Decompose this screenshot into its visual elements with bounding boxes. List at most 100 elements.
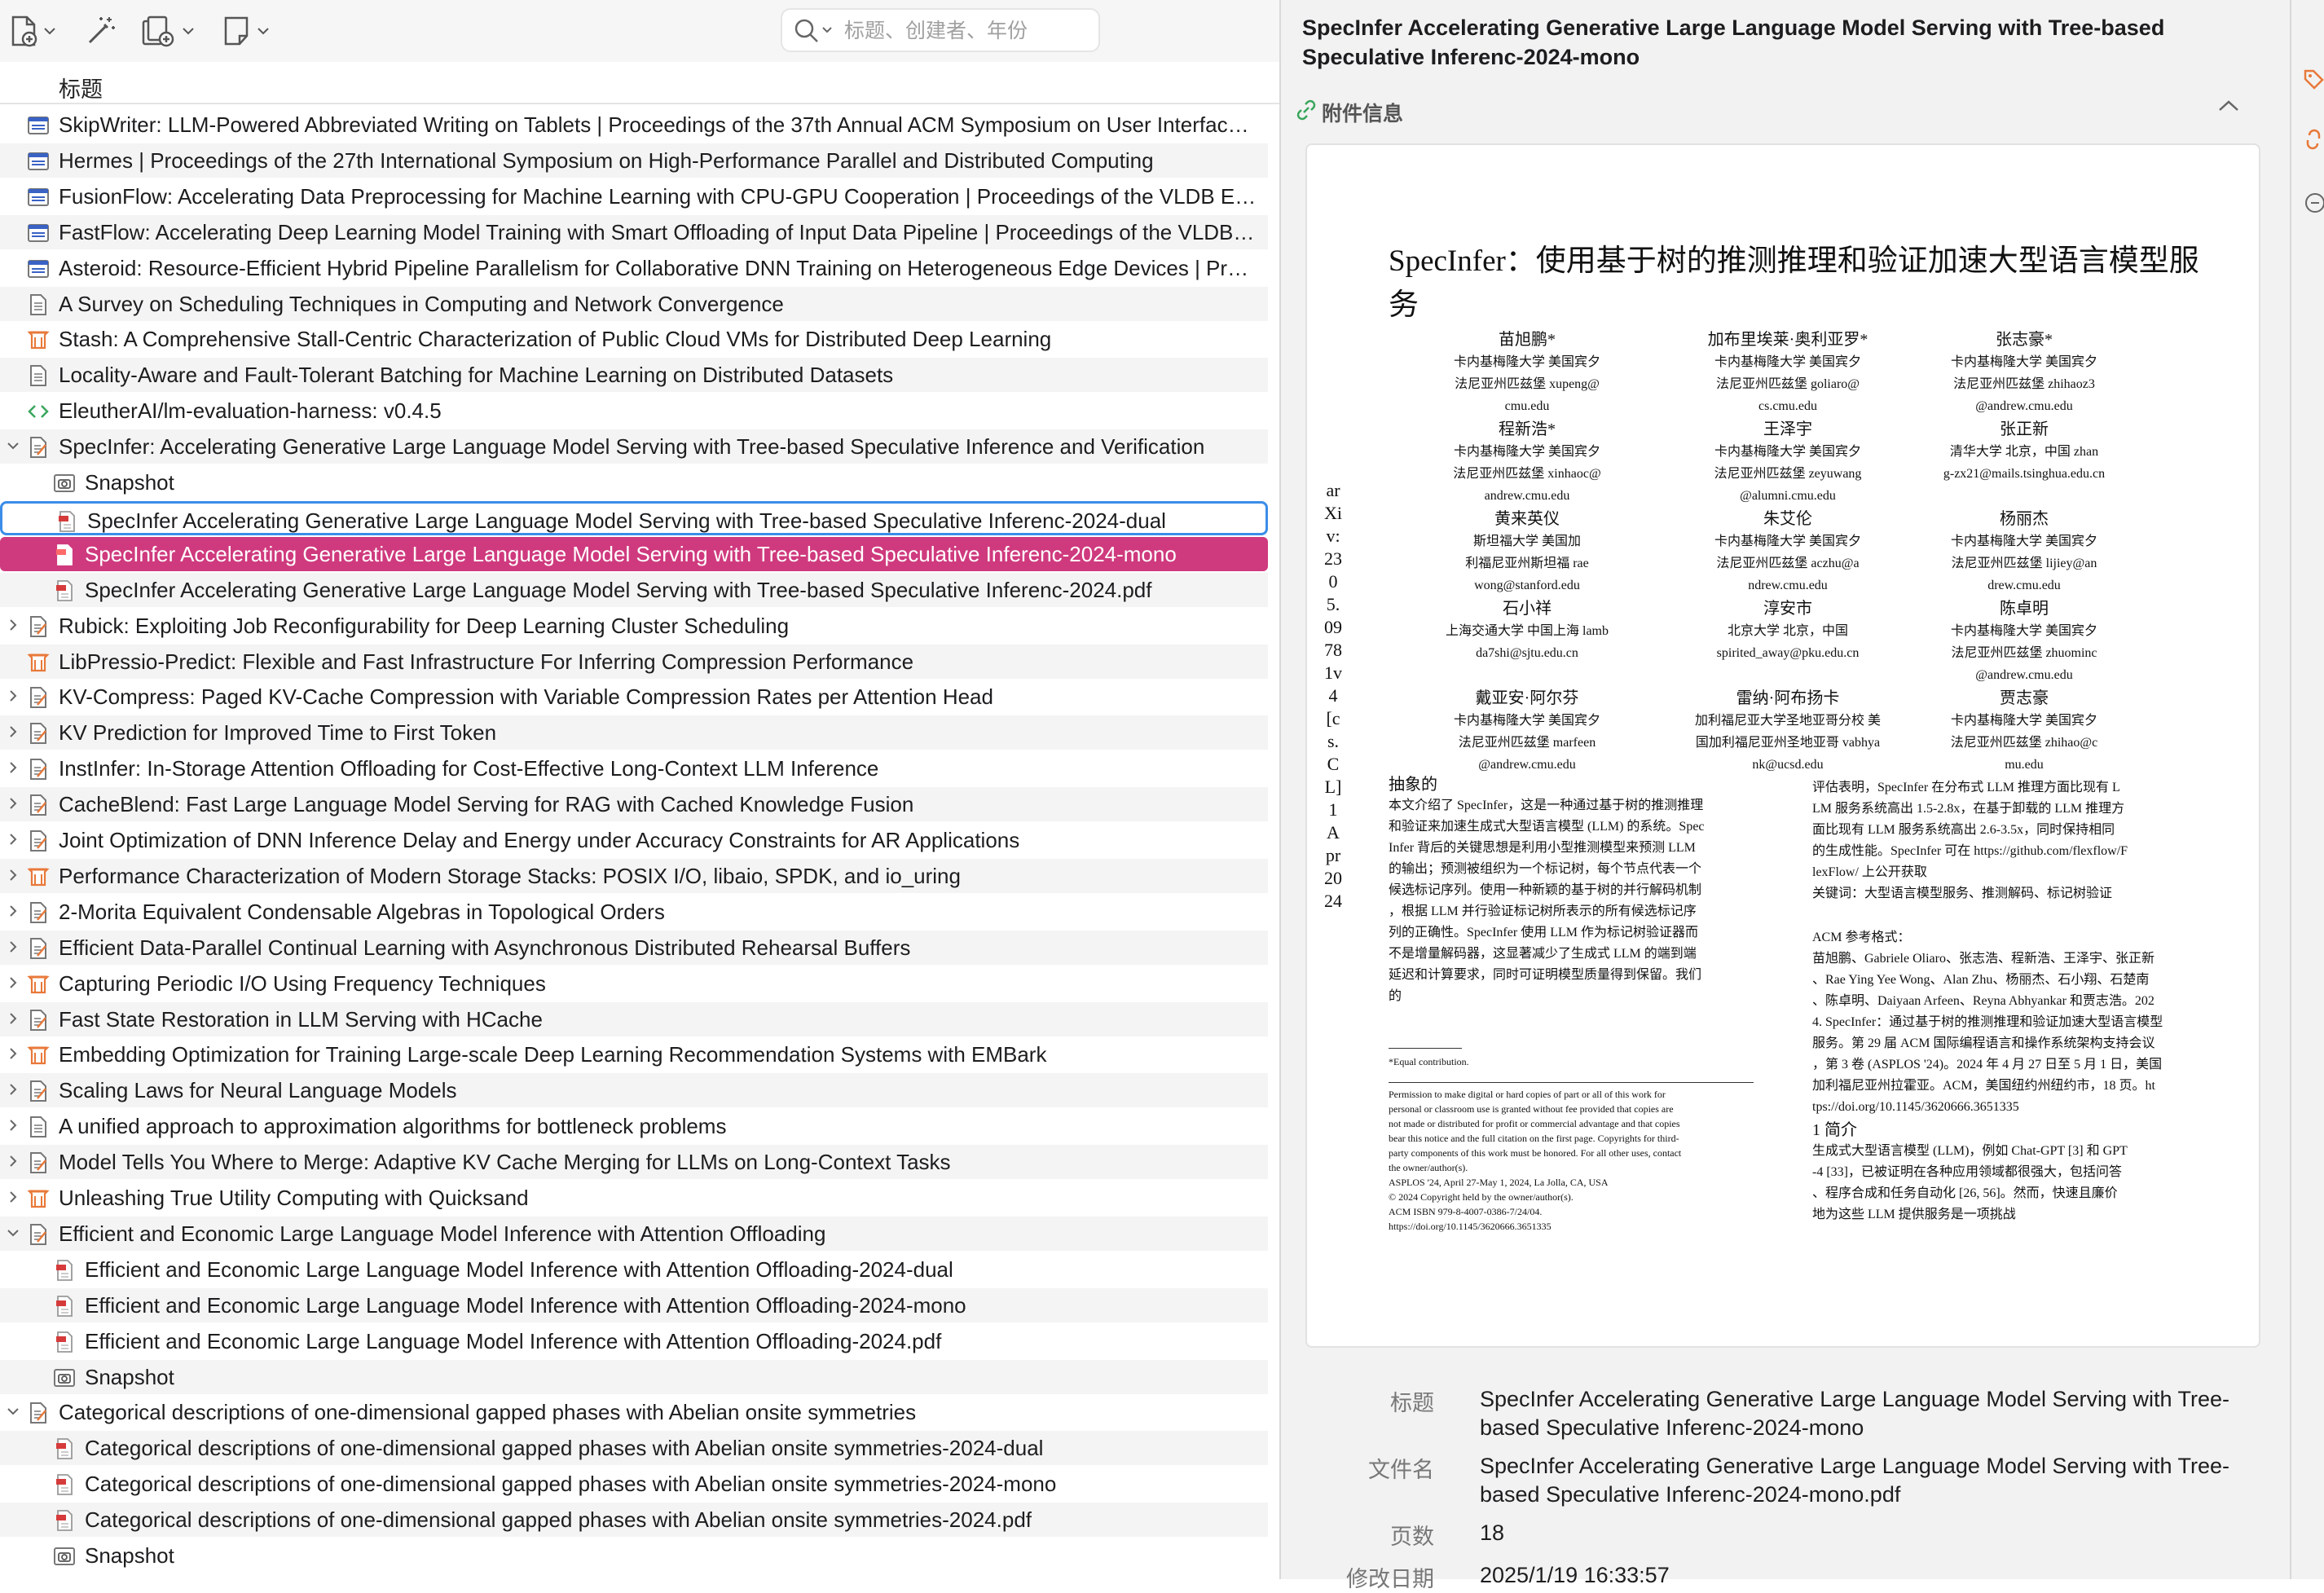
- attachment-row[interactable]: Efficient and Economic Large Language Mo…: [0, 1287, 1268, 1322]
- item-title: SpecInfer Accelerating Generative Large …: [85, 541, 1177, 566]
- attachment-preview[interactable]: SpecInfer：使用基于树的推测推理和验证加速大型语言模型服务 arXiv:…: [1305, 143, 2260, 1348]
- attachment-row[interactable]: Efficient and Economic Large Language Mo…: [0, 1252, 1268, 1287]
- item-row[interactable]: Asteroid: Resource-Efficient Hybrid Pipe…: [0, 251, 1268, 285]
- collapsed-twisty-icon[interactable]: [3, 1116, 23, 1135]
- preprint-icon: [26, 1008, 51, 1032]
- item-row[interactable]: LibPressio-Predict: Flexible and Fast In…: [0, 644, 1268, 679]
- acm-reference: ACM 参考格式： 苗旭鹏、Gabriele Oliaro、张志浩、程新浩、王泽宇…: [1812, 927, 2195, 1118]
- text-line: ACM 参考格式：: [1812, 931, 1911, 944]
- author-affiliation-line: 卡内基梅隆大学 美国宾夕: [1950, 355, 2097, 369]
- attachment-icon: [142, 15, 174, 47]
- item-row[interactable]: Capturing Periodic I/O Using Frequency T…: [0, 966, 1268, 1001]
- author-name: 张正新: [2000, 420, 2049, 438]
- collapsed-twisty-icon[interactable]: [3, 830, 23, 849]
- attachment-row[interactable]: Categorical descriptions of one-dimensio…: [0, 1467, 1268, 1501]
- column-header-title[interactable]: 标题: [0, 65, 1279, 104]
- collapsed-twisty-icon[interactable]: [3, 722, 23, 741]
- item-row[interactable]: Hermes | Proceedings of the 27th Interna…: [0, 143, 1268, 178]
- item-row[interactable]: Rubick: Exploiting Job Reconfigurability…: [0, 609, 1268, 643]
- footnote: *Equal contribution.: [1389, 1056, 1469, 1067]
- item-row[interactable]: 2-Morita Equivalent Condensable Algebras…: [0, 895, 1268, 929]
- collapsed-twisty-icon[interactable]: [3, 901, 23, 921]
- collapsed-twisty-icon[interactable]: [3, 973, 23, 992]
- search-mode-button[interactable]: [794, 18, 836, 48]
- item-row[interactable]: KV-Compress: Paged KV-Cache Compression …: [0, 680, 1268, 714]
- expanded-twisty-icon[interactable]: [3, 1402, 23, 1421]
- new-item-button[interactable]: [10, 11, 55, 51]
- webpage-icon: [26, 221, 51, 245]
- tag-icon[interactable]: [2303, 68, 2324, 93]
- item-row[interactable]: Efficient Data-Parallel Continual Learni…: [0, 930, 1268, 965]
- add-attachment-button[interactable]: [140, 11, 194, 51]
- attachment-row[interactable]: Categorical descriptions of one-dimensio…: [0, 1503, 1268, 1538]
- metadata-value[interactable]: SpecInfer Accelerating Generative Large …: [1480, 1452, 2254, 1509]
- attachment-row[interactable]: SpecInfer Accelerating Generative Large …: [0, 572, 1268, 607]
- item-row[interactable]: A Survey on Scheduling Techniques in Com…: [0, 286, 1268, 321]
- item-row[interactable]: FusionFlow: Accelerating Data Preprocess…: [0, 179, 1268, 213]
- text-line: tps://doi.org/10.1145/3620666.3651335: [1812, 1100, 2019, 1114]
- item-row[interactable]: SkipWriter: LLM-Powered Abbreviated Writ…: [0, 108, 1268, 142]
- item-title: Categorical descriptions of one-dimensio…: [85, 1507, 1032, 1533]
- chevron-up-icon[interactable]: [2218, 99, 2239, 112]
- attachment-info-section-header[interactable]: 附件信息: [1281, 90, 2290, 132]
- item-row[interactable]: Model Tells You Where to Merge: Adaptive…: [0, 1145, 1268, 1180]
- attachment-row[interactable]: Efficient and Economic Large Language Mo…: [0, 1324, 1268, 1358]
- author-name: 苗旭鹏*: [1499, 331, 1556, 349]
- collapsed-twisty-icon[interactable]: [3, 686, 23, 706]
- collapsed-twisty-icon[interactable]: [3, 1080, 23, 1099]
- webpage-icon: [26, 257, 51, 281]
- attachment-row[interactable]: Snapshot: [0, 1538, 1268, 1573]
- related-link-icon[interactable]: [2303, 127, 2324, 152]
- attachment-row[interactable]: Categorical descriptions of one-dimensio…: [0, 1431, 1268, 1466]
- collapsed-twisty-icon[interactable]: [3, 1009, 23, 1028]
- metadata-value[interactable]: 18: [1480, 1519, 2254, 1547]
- item-row[interactable]: Scaling Laws for Neural Language Models: [0, 1073, 1268, 1108]
- item-row[interactable]: Categorical descriptions of one-dimensio…: [0, 1395, 1268, 1429]
- search-box[interactable]: [781, 8, 1100, 52]
- collapsed-twisty-icon[interactable]: [3, 794, 23, 813]
- collapsed-twisty-icon[interactable]: [3, 1187, 23, 1207]
- search-input[interactable]: [843, 15, 1090, 47]
- item-row[interactable]: SpecInfer: Accelerating Generative Large…: [0, 429, 1268, 464]
- item-row[interactable]: Performance Characterization of Modern S…: [0, 858, 1268, 893]
- metadata-value[interactable]: SpecInfer Accelerating Generative Large …: [1480, 1385, 2254, 1442]
- item-row[interactable]: Efficient and Economic Large Language Mo…: [0, 1216, 1268, 1251]
- metadata-value[interactable]: 2025/1/19 16:33:57: [1480, 1561, 2254, 1590]
- pdf-icon: [52, 543, 77, 567]
- item-row[interactable]: Fast State Restoration in LLM Serving wi…: [0, 1001, 1268, 1036]
- attachment-row[interactable]: SpecInfer Accelerating Generative Large …: [0, 536, 1268, 571]
- collapsed-twisty-icon[interactable]: [3, 1044, 23, 1063]
- collapsed-twisty-icon[interactable]: [3, 937, 23, 957]
- item-row[interactable]: Unleashing True Utility Computing with Q…: [0, 1181, 1268, 1215]
- item-row[interactable]: CacheBlend: Fast Large Language Model Se…: [0, 787, 1268, 822]
- collapsed-twisty-icon[interactable]: [3, 865, 23, 885]
- preprint-icon: [26, 1151, 51, 1175]
- item-row[interactable]: Stash: A Comprehensive Stall-Centric Cha…: [0, 322, 1268, 356]
- item-row[interactable]: Locality-Aware and Fault-Tolerant Batchi…: [0, 358, 1268, 393]
- item-row[interactable]: InstInfer: In-Storage Attention Offloadi…: [0, 751, 1268, 785]
- item-row[interactable]: FastFlow: Accelerating Deep Learning Mod…: [0, 214, 1268, 249]
- attachment-row[interactable]: SpecInfer Accelerating Generative Large …: [0, 500, 1268, 535]
- item-title: Joint Optimization of DNN Inference Dela…: [59, 828, 1020, 852]
- item-row[interactable]: A unified approach to approximation algo…: [0, 1109, 1268, 1143]
- add-by-identifier-button[interactable]: [85, 11, 117, 51]
- author-entry: 戴亚安·阿尔芬 卡内基梅隆大学 美国宾夕 法尼亚州匹兹堡 marfeen @andre…: [1421, 688, 1633, 776]
- item-row[interactable]: Joint Optimization of DNN Inference Dela…: [0, 823, 1268, 857]
- intro-heading: 1 简介: [1812, 1121, 1857, 1139]
- item-row[interactable]: Embedding Optimization for Training Larg…: [0, 1037, 1268, 1072]
- new-note-button[interactable]: [222, 11, 269, 51]
- collapsed-twisty-icon[interactable]: [3, 1151, 23, 1171]
- collapsed-twisty-icon[interactable]: [3, 758, 23, 777]
- collapsed-twisty-icon[interactable]: [3, 615, 23, 635]
- add-icon[interactable]: [2303, 191, 2324, 215]
- expanded-twisty-icon[interactable]: [3, 1223, 23, 1243]
- attachment-row[interactable]: Snapshot: [0, 1359, 1268, 1394]
- item-title: KV Prediction for Improved Time to First…: [59, 720, 497, 746]
- item-title: Hermes | Proceedings of the 27th Interna…: [59, 147, 1154, 173]
- item-title: Efficient and Economic Large Language Mo…: [85, 1328, 942, 1353]
- item-row[interactable]: KV Prediction for Improved Time to First…: [0, 715, 1268, 750]
- preprint-icon: [26, 1401, 51, 1425]
- item-row[interactable]: EleutherAI/lm-evaluation-harness: v0.4.5: [0, 394, 1268, 428]
- attachment-row[interactable]: Snapshot: [0, 465, 1268, 499]
- expanded-twisty-icon[interactable]: [3, 436, 23, 455]
